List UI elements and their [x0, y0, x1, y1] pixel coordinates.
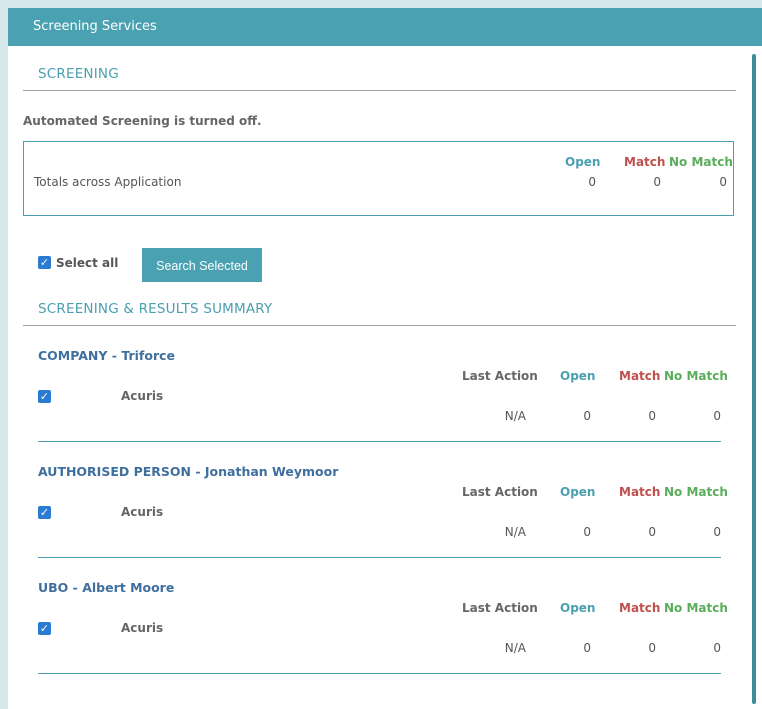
open-header: Open: [560, 485, 596, 499]
open-header: Open: [560, 369, 596, 383]
totals-match-value: 0: [653, 175, 661, 189]
last-action-header: Last Action: [462, 369, 538, 383]
totals-label: Totals across Application: [34, 175, 182, 189]
match-header: Match: [619, 485, 661, 499]
totals-nomatch-value: 0: [719, 175, 727, 189]
scrollbar[interactable]: [752, 54, 756, 704]
entity-divider: [38, 557, 721, 558]
search-selected-button[interactable]: Search Selected: [142, 248, 262, 282]
nomatch-value: 0: [713, 525, 721, 539]
select-all-label: Select all: [56, 256, 119, 270]
checkmark-icon: ✓: [39, 390, 50, 403]
entity-title: COMPANY - Triforce: [38, 348, 176, 363]
match-value: 0: [648, 641, 656, 655]
divider: [23, 90, 736, 91]
last-action-value: N/A: [504, 525, 526, 539]
open-value: 0: [583, 525, 591, 539]
match-header: Match: [619, 601, 661, 615]
entity-checkbox[interactable]: ✓: [38, 506, 51, 519]
checkmark-icon: ✓: [39, 622, 50, 635]
entity-checkbox[interactable]: ✓: [38, 622, 51, 635]
open-value: 0: [583, 641, 591, 655]
totals-match-header: Match: [624, 155, 666, 169]
screening-section-title: SCREENING: [38, 66, 119, 82]
checkmark-icon: ✓: [39, 256, 50, 269]
checkmark-icon: ✓: [39, 506, 50, 519]
entity-title: AUTHORISED PERSON - Jonathan Weymoor: [38, 464, 339, 479]
match-header: Match: [619, 369, 661, 383]
nomatch-value: 0: [713, 409, 721, 423]
open-value: 0: [583, 409, 591, 423]
last-action-header: Last Action: [462, 485, 538, 499]
entity-divider: [38, 441, 721, 442]
entity-title: UBO - Albert Moore: [38, 580, 175, 595]
nomatch-header: No Match: [664, 601, 728, 615]
provider-name: Acuris: [121, 389, 164, 403]
entity-divider: [38, 673, 721, 674]
totals-open-header: Open: [565, 155, 601, 169]
nomatch-header: No Match: [664, 485, 728, 499]
provider-name: Acuris: [121, 505, 164, 519]
match-value: 0: [648, 409, 656, 423]
nomatch-header: No Match: [664, 369, 728, 383]
automated-screening-notice: Automated Screening is turned off.: [23, 114, 262, 128]
last-action-value: N/A: [504, 409, 526, 423]
panel-header: Screening Services: [8, 8, 762, 46]
totals-nomatch-header: No Match: [669, 155, 733, 169]
divider: [23, 325, 736, 326]
last-action-header: Last Action: [462, 601, 538, 615]
totals-open-value: 0: [588, 175, 596, 189]
provider-name: Acuris: [121, 621, 164, 635]
last-action-value: N/A: [504, 641, 526, 655]
select-all-checkbox[interactable]: ✓: [38, 256, 51, 269]
open-header: Open: [560, 601, 596, 615]
entity-checkbox[interactable]: ✓: [38, 390, 51, 403]
summary-section-title: SCREENING & RESULTS SUMMARY: [38, 301, 273, 317]
nomatch-value: 0: [713, 641, 721, 655]
totals-box: Totals across Application Open Match No …: [23, 141, 734, 216]
match-value: 0: [648, 525, 656, 539]
screening-services-panel: Screening Services SCREENING Automated S…: [8, 8, 762, 709]
